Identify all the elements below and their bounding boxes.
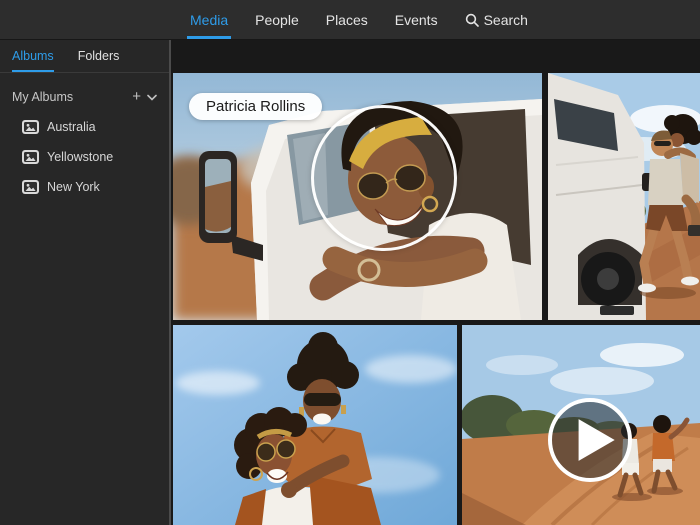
search-icon: [465, 13, 479, 27]
album-item-australia[interactable]: Australia: [0, 112, 169, 142]
album-label: Yellowstone: [47, 150, 113, 164]
tab-search[interactable]: Search: [465, 0, 528, 39]
photo-thumbnail-couple-van[interactable]: [548, 73, 700, 320]
my-albums-header: My Albums +: [0, 88, 169, 106]
sidebar-tabs: Albums Folders: [0, 40, 169, 73]
album-item-yellowstone[interactable]: Yellowstone: [0, 142, 169, 172]
chevron-down-icon[interactable]: [147, 94, 157, 101]
tab-search-label: Search: [484, 12, 528, 28]
add-album-icon[interactable]: +: [132, 90, 141, 104]
sidebar: Albums Folders My Albums + Australia: [0, 40, 171, 525]
album-label: Australia: [47, 120, 96, 134]
album-label: New York: [47, 180, 100, 194]
top-navigation: Media People Places Events Search: [0, 0, 700, 40]
tab-people-label: People: [255, 12, 299, 28]
album-photo-icon: [22, 150, 39, 164]
play-icon: [552, 402, 628, 478]
album-photo-icon: [22, 180, 39, 194]
tab-media-label: Media: [190, 12, 228, 28]
face-tag-pill[interactable]: Patricia Rollins: [189, 93, 322, 120]
album-item-new-york[interactable]: New York: [0, 172, 169, 202]
tab-folders[interactable]: Folders: [78, 40, 120, 72]
album-photo-icon: [22, 120, 39, 134]
tab-media[interactable]: Media: [190, 0, 228, 39]
tab-places-label: Places: [326, 12, 368, 28]
photo-organizer-app: Media People Places Events Search Albums…: [0, 0, 700, 525]
tab-events[interactable]: Events: [395, 0, 438, 39]
album-list: Australia Yellowstone New York: [0, 112, 169, 202]
photo-thumbnail-women-piggyback[interactable]: [173, 325, 457, 525]
tab-events-label: Events: [395, 12, 438, 28]
photo-thumbnail-video-dirt-road[interactable]: [462, 325, 700, 525]
tab-places[interactable]: Places: [326, 0, 368, 39]
face-detection-circle: [311, 105, 457, 251]
my-albums-title: My Albums: [12, 90, 73, 104]
video-play-button[interactable]: [548, 398, 632, 482]
tab-people[interactable]: People: [255, 0, 299, 39]
photo-thumbnail-woman-car-window[interactable]: Patricia Rollins: [173, 73, 542, 320]
tab-albums[interactable]: Albums: [12, 40, 54, 72]
